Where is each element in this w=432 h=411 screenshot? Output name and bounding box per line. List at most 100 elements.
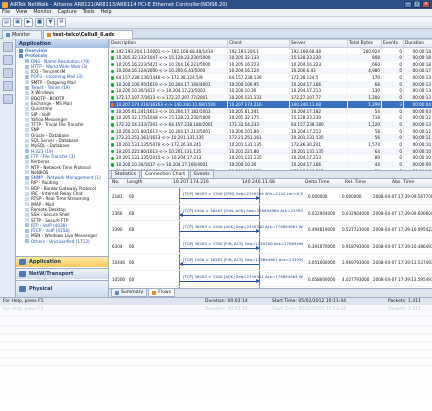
table-row[interactable]: 172.21.251.161/1613 <-> 10.201.131.135 17… (109, 134, 432, 142)
menu-monitor[interactable]: Monitor (33, 10, 51, 15)
flow-row[interactable]: 3390 60 0.494819000 0.527723000 2008-04-07 1… (109, 221, 432, 238)
column-header[interactable]: Server (289, 39, 348, 48)
menu-view[interactable]: View (16, 10, 27, 15)
table-cell: 00:00:11 (403, 134, 432, 142)
table-cell: 718 (347, 114, 382, 122)
protocol-icon (25, 218, 29, 223)
close-button[interactable]: × (422, 1, 430, 8)
open-icon[interactable]: ▤ (2, 18, 11, 27)
column-header[interactable]: Client (227, 39, 290, 48)
table-cell: 4,980 (347, 67, 382, 75)
table-row[interactable]: 10.204.16.124/2000 <-> 10.200.6.43/5000 1… (109, 67, 432, 75)
table-row[interactable]: 10.205.32.175/1048 <-> 15.128.23.230/500… (109, 114, 432, 122)
table-row[interactable]: 10.201.221.80/1613 <-> 10.201.131.135 10.… (109, 147, 432, 155)
minimize-button[interactable]: – (404, 1, 412, 8)
tab-monitor[interactable]: Monitor (2, 30, 42, 39)
table-row[interactable]: 10.205.32.133:1047 <-> 15.128.23.230/500… (109, 54, 432, 61)
table-cell: 10.205.32.133 (227, 54, 290, 61)
flow-row[interactable]: 6304 60 0.391070000 0.918793000 2008-04-07 1… (109, 238, 432, 254)
menu-capture[interactable]: Capture (58, 10, 77, 15)
flow-row[interactable]: 2366 60 0.032904000 0.032904000 2008-04-07 1… (109, 205, 432, 221)
table-row[interactable]: 10.200.10.30/1613 <-> 10.204.17.21/5003 1… (109, 87, 432, 95)
flow-header: No. Length 10.207.174.216 140.240.11.68 … (109, 179, 432, 188)
nav-capture-icon[interactable] (3, 55, 13, 65)
start-capture-icon[interactable]: ▶ (24, 18, 33, 27)
relative-time: 3.969793000 (342, 260, 370, 265)
column-header[interactable]: Description (109, 39, 228, 48)
table-cell: 10.205.121.131 (227, 94, 290, 101)
table-cell: 0 (381, 80, 404, 88)
relative-time: 4.027793000 (342, 276, 370, 282)
table-cell: 1,120 (347, 121, 382, 128)
table-cell: 10.200.100.95 (227, 80, 290, 88)
col-rel-time[interactable]: Rel. Time (345, 180, 366, 185)
status-dot-icon (110, 129, 114, 134)
left-nav-strip (0, 39, 16, 297)
protocol-icon (25, 75, 29, 80)
flow-row[interactable]: 2181 60 0.000000 0.000000 2008-04-07 17:39:0… (109, 188, 432, 205)
table-cell: 10.204.17.166 (289, 80, 348, 88)
packet-length: 60 (129, 276, 135, 282)
table-row[interactable]: 192.193.204.1:10001 <-> 192.168.68.48/14… (109, 47, 432, 55)
table-row[interactable]: 10.200.10.30/1617 <-> 10.204.17.166/4001… (109, 161, 432, 168)
protocol-icon (25, 239, 29, 244)
table-cell: 10.205.61.241 (227, 107, 290, 115)
table-row[interactable]: 10.207.174.216/36263 <-> 140.240.11.68/1… (109, 101, 432, 108)
filter-icon[interactable]: ▼ (46, 18, 55, 27)
tab-statistics[interactable]: Statistics (111, 170, 140, 178)
col-delta-time[interactable]: Delta Time (305, 180, 329, 185)
settings-icon[interactable]: ⚙ (57, 18, 66, 27)
packet-number: 3390 (112, 227, 123, 232)
maximize-button[interactable]: □ (413, 1, 421, 8)
folder-icon (19, 53, 23, 58)
tab-capture-file[interactable]: test-telco\Cellu8_6.adc (43, 30, 133, 39)
tab-events[interactable]: Events (190, 170, 214, 178)
nav-button-application[interactable]: Application (16, 256, 108, 267)
tab-connection-chart[interactable]: Connection Chart (141, 170, 190, 178)
conversation-description: 10.200.10.30/1617 <-> 10.204.17.166/4001 (116, 162, 208, 168)
table-row[interactable]: 64.157.238.136/1446 <-> 172.38.124.5/9 64… (109, 74, 432, 81)
tab-summary[interactable]: Summary (111, 289, 148, 297)
protocol-icon (25, 175, 29, 180)
delta-time: 0.391070000 (308, 243, 336, 249)
reflection-packets: Packets: 1,411 (388, 307, 421, 312)
packet-number: 2181 (112, 194, 123, 199)
table-cell: 0 (381, 67, 404, 75)
col-no[interactable]: No. (112, 180, 119, 185)
packet-length: 60 (129, 227, 135, 232)
table-row[interactable]: 10.201.131.135/2015 <-> 10.204.17.213 10.… (109, 154, 432, 162)
nav-settings-icon[interactable] (3, 94, 13, 104)
nav-button-netw-transport[interactable]: NetW/Transport (16, 268, 108, 279)
flow-row[interactable]: 10500 60 0.058000000 4.027793000 2008-04-07 … (109, 271, 432, 287)
menu-help[interactable]: Help (101, 10, 112, 15)
arrow-left-icon (179, 262, 259, 266)
flow-row[interactable]: 10446 60 3.051000000 3.969793000 2008-04-07 … (109, 254, 432, 271)
table-cell: 172.32.54.233 (227, 121, 290, 128)
column-header[interactable]: Duration (403, 39, 432, 48)
save-icon[interactable]: ▣ (13, 18, 22, 27)
stop-capture-icon[interactable]: ■ (35, 18, 44, 27)
nav-report-icon[interactable] (3, 81, 13, 91)
table-row[interactable]: 10.205.61.241/1613 <-> 10.204.17.182/500… (109, 107, 432, 115)
tree-item[interactable]: Others - Unclassified (1712) (16, 239, 108, 244)
table-row[interactable]: 10.200.101.80/1613 <-> 10.204.17.213/500… (109, 127, 432, 135)
menu-file[interactable]: File (2, 10, 10, 15)
tab-flows[interactable]: Flows (148, 289, 176, 297)
table-row[interactable]: 10.200.100.95/1619 <-> 10.204.17.166/400… (109, 80, 432, 88)
protocol-icon (25, 234, 29, 239)
nav-analysis-icon[interactable] (3, 68, 13, 78)
table-row[interactable]: 10.201.131.135/5076 <-> 172.26.30.241 10.… (109, 141, 432, 148)
table-row[interactable]: 172.17.107.7/1613 <-> 172.27.207.77/2001… (109, 94, 432, 101)
menu-tools[interactable]: Tools (83, 10, 95, 15)
col-abs-time[interactable]: Abs. Time (392, 180, 414, 185)
absolute-time: 2008-04-07 17:39:09.6006040 (373, 210, 432, 216)
table-row[interactable]: 10.205.16.223/5421 <-> 10.204.16.223/500… (109, 60, 432, 68)
nav-monitor-icon[interactable] (3, 42, 13, 52)
col-length[interactable]: Length (127, 180, 143, 185)
nav-button-physical[interactable]: Physical (16, 280, 108, 297)
conversation-description: 10.200.100.95/1619 <-> 10.204.17.166/400… (116, 81, 211, 87)
table-cell: 10.205.16.223/5421 <-> 10.204.16.223/500… (109, 60, 228, 68)
table-row[interactable]: 172.32.54.233/7201 <-> 64.157.238.180/20… (109, 121, 432, 128)
column-header[interactable]: Events (381, 39, 404, 48)
column-header[interactable]: Total Bytes (347, 39, 382, 48)
